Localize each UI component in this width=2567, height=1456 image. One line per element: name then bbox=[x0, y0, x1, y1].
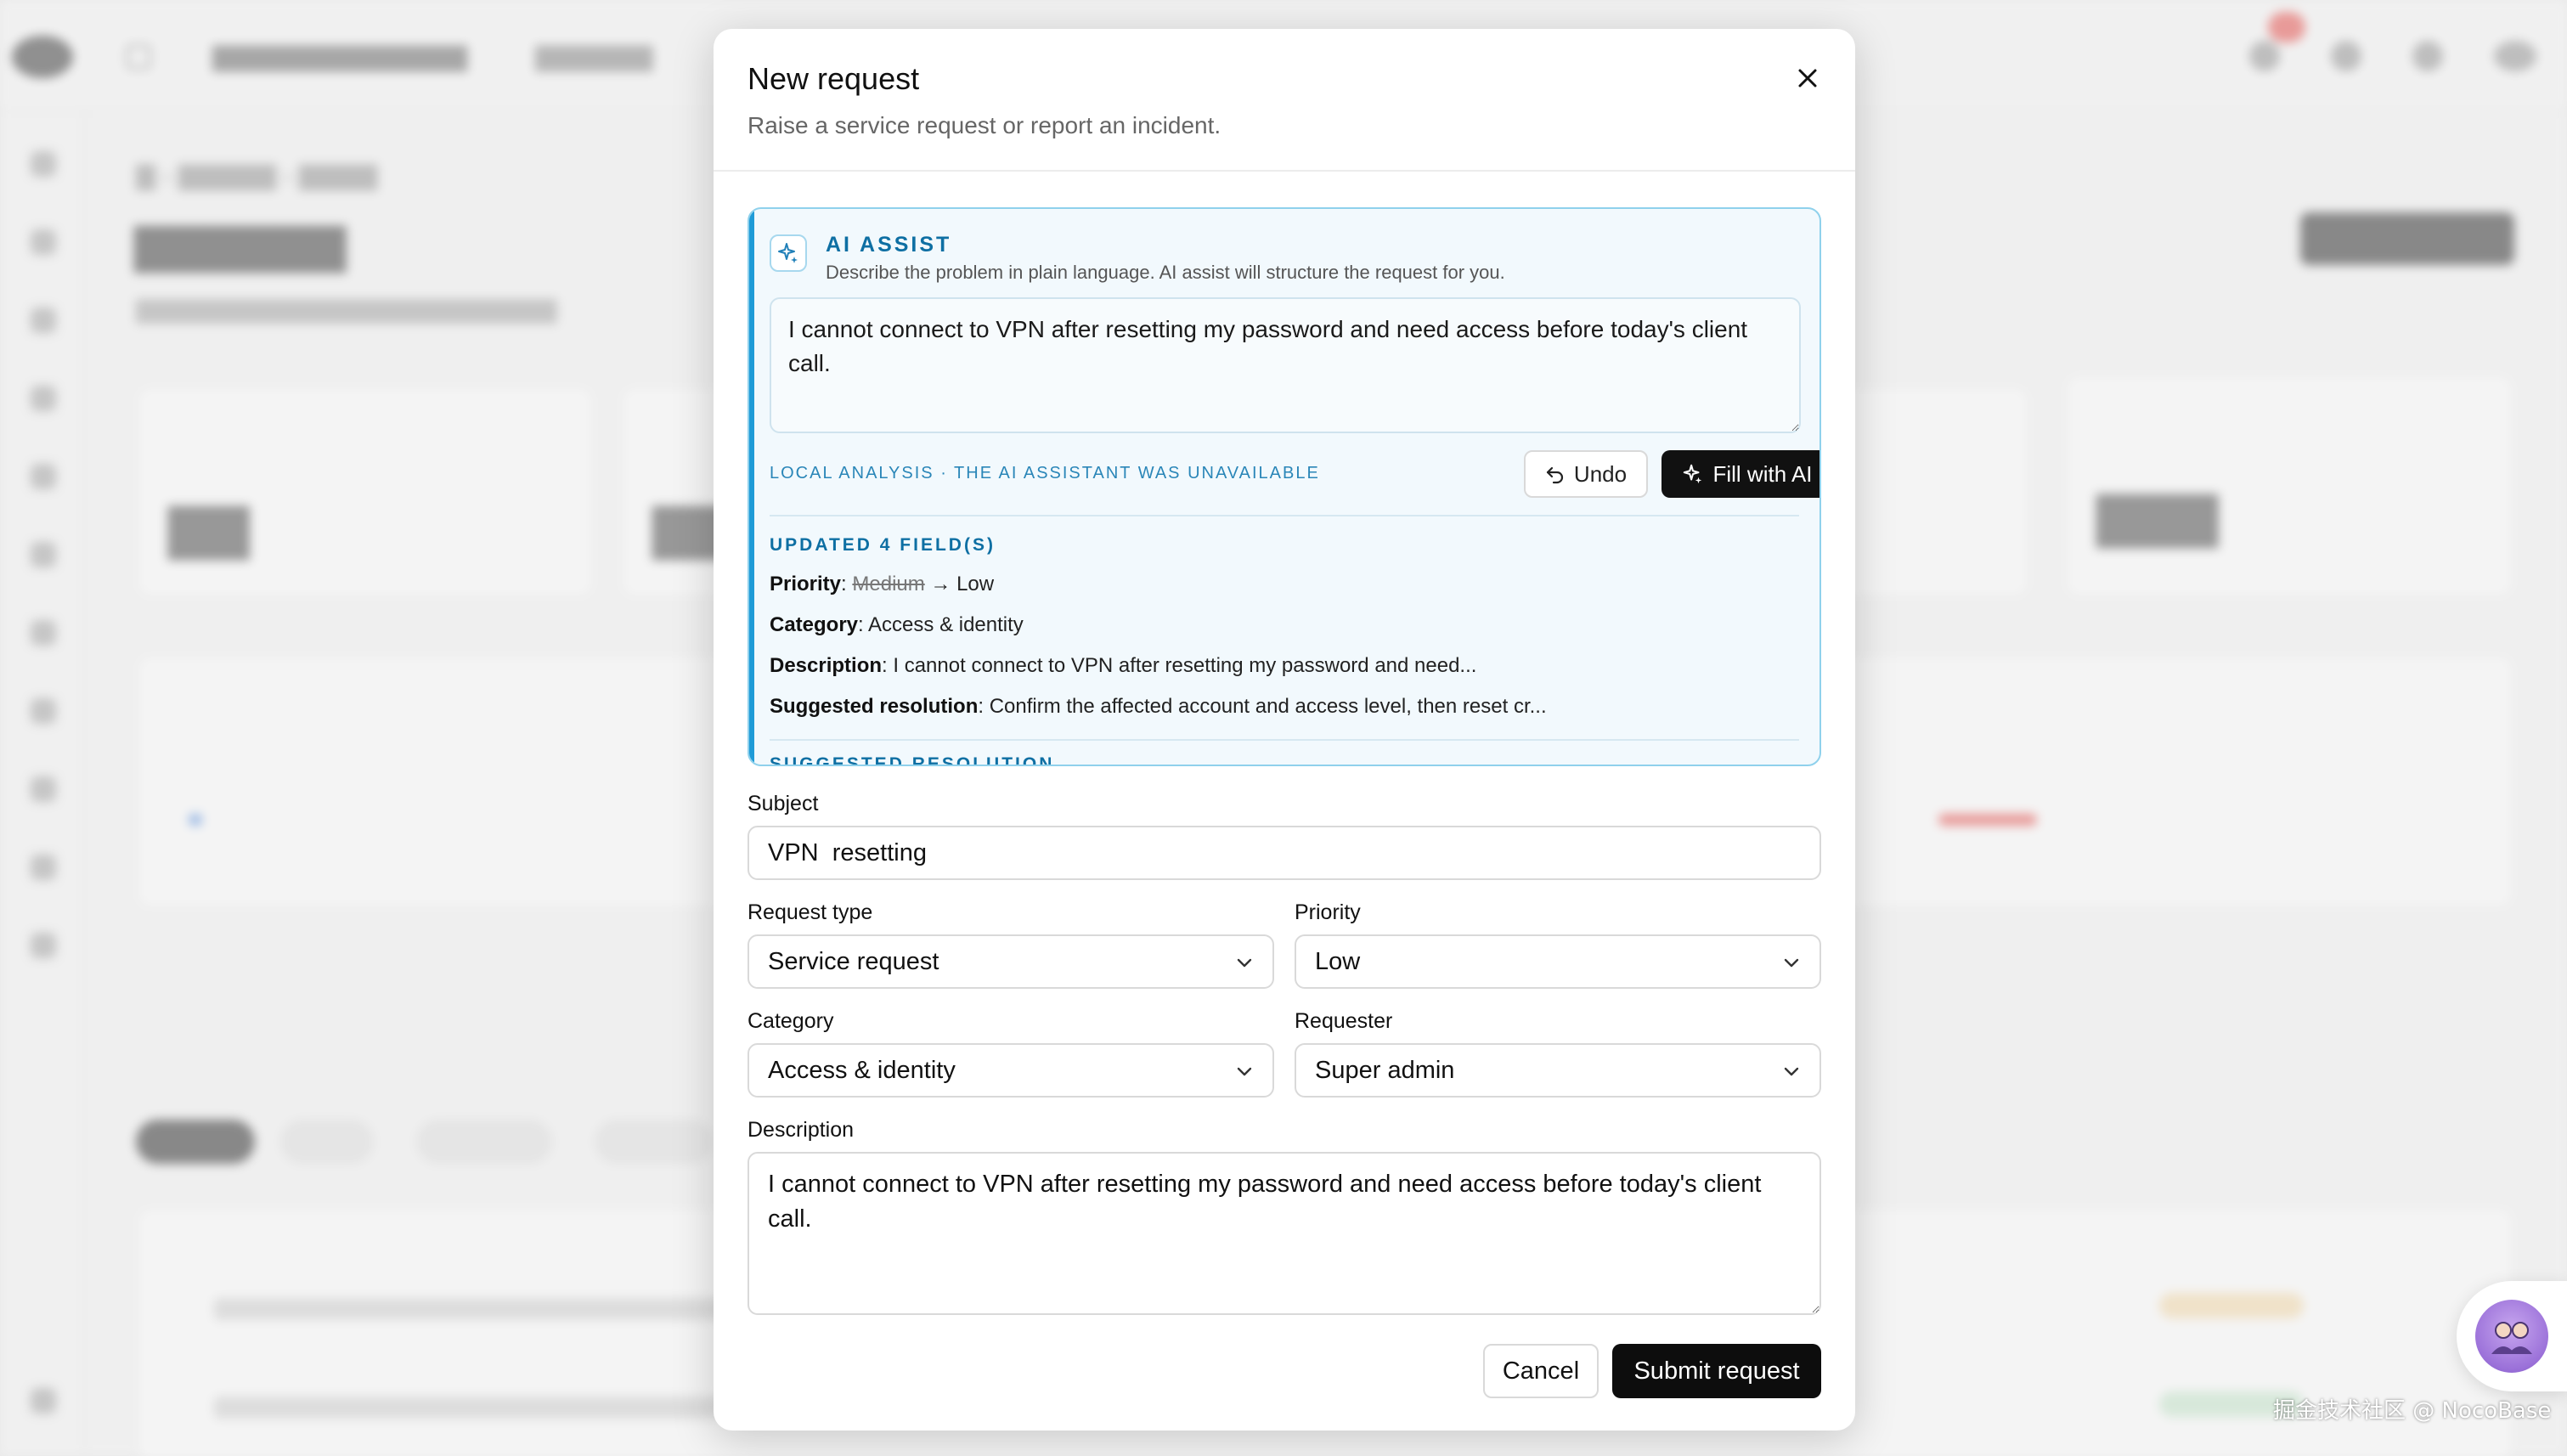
ai-assist-badge bbox=[770, 234, 807, 272]
watermark: 掘金技术社区 @ NocoBase bbox=[2273, 1398, 2552, 1424]
request-type-value: Service request bbox=[768, 947, 939, 975]
request-type-label: Request type bbox=[748, 900, 873, 924]
new-request-modal: New request Raise a service request or r… bbox=[714, 29, 1855, 1431]
subject-input[interactable] bbox=[748, 826, 1821, 880]
submit-request-button[interactable]: Submit request bbox=[1612, 1344, 1821, 1398]
subject-label: Subject bbox=[748, 792, 819, 815]
ai-assist-title: AI ASSIST bbox=[826, 233, 952, 257]
arrow-right-icon: → bbox=[930, 573, 951, 595]
chevron-down-icon bbox=[1237, 1067, 1252, 1076]
close-button[interactable] bbox=[1784, 54, 1831, 102]
divider bbox=[770, 515, 1799, 516]
requester-value: Super admin bbox=[1315, 1056, 1455, 1084]
suggested-resolution-heading: SUGGESTED RESOLUTION bbox=[770, 754, 1055, 766]
ai-assist-subtitle: Describe the problem in plain language. … bbox=[826, 262, 1505, 283]
updated-fields-heading: UPDATED 4 FIELD(S) bbox=[770, 535, 996, 555]
undo-label: Undo bbox=[1573, 460, 1628, 487]
undo-button[interactable]: Undo bbox=[1524, 450, 1648, 498]
modal-header: New request Raise a service request or r… bbox=[714, 29, 1855, 172]
change-resolution: Suggested resolution: Confirm the affect… bbox=[770, 695, 1547, 718]
ai-assistant-launcher[interactable] bbox=[2457, 1281, 2567, 1391]
new-value: Confirm the affected account and access … bbox=[989, 695, 1547, 718]
assistant-avatar bbox=[2475, 1300, 2548, 1373]
chevron-down-icon bbox=[1237, 958, 1252, 968]
description-label: Description bbox=[748, 1118, 855, 1142]
description-textarea[interactable]: I cannot connect to VPN after resetting … bbox=[748, 1152, 1821, 1315]
priority-select[interactable]: Low bbox=[1295, 934, 1821, 989]
change-label: Category bbox=[770, 613, 859, 636]
people-icon bbox=[2491, 1322, 2532, 1354]
change-priority: Priority: Medium → Low bbox=[770, 573, 995, 595]
new-value: Low bbox=[956, 573, 995, 595]
requester-label: Requester bbox=[1295, 1009, 1393, 1033]
chevron-down-icon bbox=[1784, 958, 1799, 968]
ai-status-text: LOCAL ANALYSIS · THE AI ASSISTANT WAS UN… bbox=[770, 464, 1320, 483]
category-select[interactable]: Access & identity bbox=[748, 1043, 1274, 1098]
priority-value: Low bbox=[1315, 947, 1361, 975]
sparkle-icon bbox=[778, 243, 798, 263]
priority-label: Priority bbox=[1295, 900, 1361, 924]
new-value: Access & identity bbox=[868, 613, 1024, 636]
fill-with-ai-label: Fill with AI bbox=[1712, 460, 1813, 487]
ai-prompt-input[interactable]: I cannot connect to VPN after resetting … bbox=[770, 297, 1801, 433]
change-description: Description: I cannot connect to VPN aft… bbox=[770, 654, 1477, 677]
ai-assist-panel: AI ASSIST Describe the problem in plain … bbox=[748, 207, 1821, 766]
requester-select[interactable]: Super admin bbox=[1295, 1043, 1821, 1098]
undo-icon bbox=[1546, 466, 1564, 484]
cancel-button[interactable]: Cancel bbox=[1483, 1344, 1599, 1398]
old-value: Medium bbox=[852, 573, 925, 595]
new-value: I cannot connect to VPN after resetting … bbox=[893, 654, 1477, 677]
change-label: Priority bbox=[770, 573, 842, 595]
request-type-select[interactable]: Service request bbox=[748, 934, 1274, 989]
change-category: Category: Access & identity bbox=[770, 613, 1024, 636]
change-label: Description bbox=[770, 654, 883, 677]
modal-title: New request bbox=[748, 61, 920, 96]
sparkle-icon bbox=[1684, 464, 1702, 484]
category-value: Access & identity bbox=[768, 1056, 956, 1084]
category-label: Category bbox=[748, 1009, 834, 1033]
fill-with-ai-button[interactable]: Fill with AI bbox=[1661, 450, 1819, 498]
change-label: Suggested resolution bbox=[770, 695, 979, 718]
divider bbox=[770, 739, 1799, 741]
close-icon bbox=[1798, 69, 1817, 87]
modal-description: Raise a service request or report an inc… bbox=[748, 112, 1221, 138]
chevron-down-icon bbox=[1784, 1067, 1799, 1076]
